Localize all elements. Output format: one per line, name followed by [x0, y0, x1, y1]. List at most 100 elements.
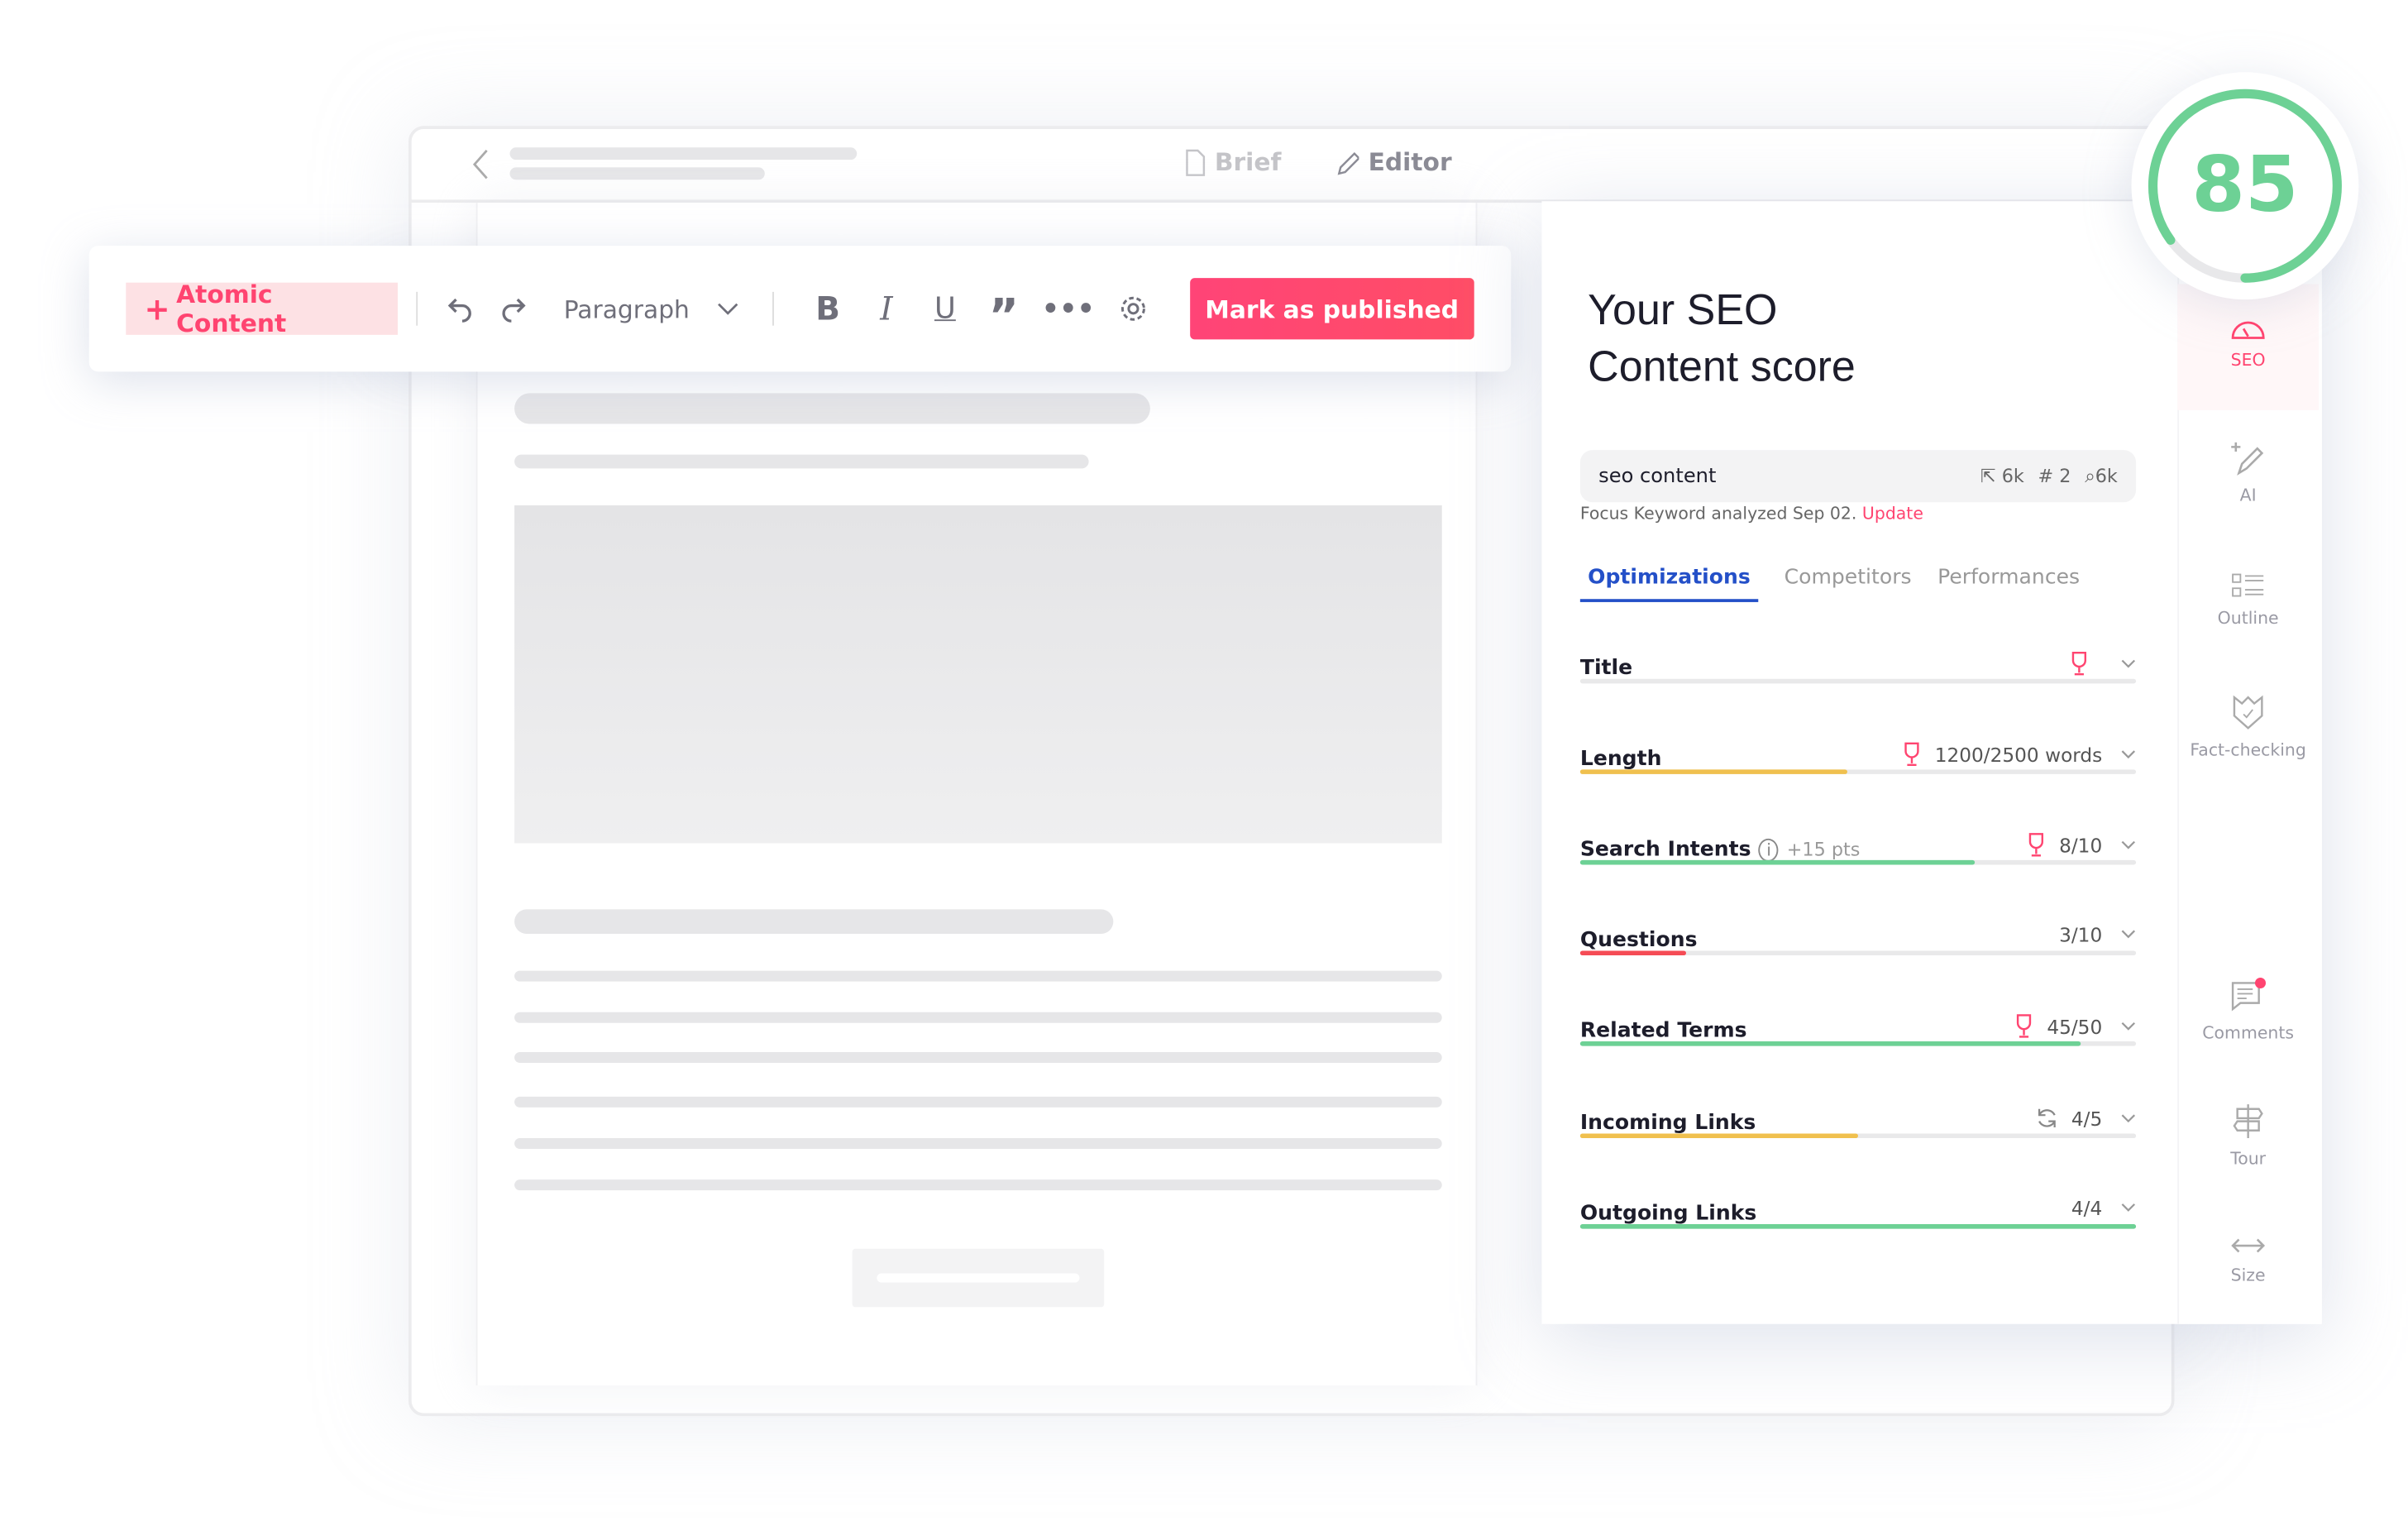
back-chevron-icon[interactable] [470, 147, 491, 181]
row-value: 45/50 [2047, 1014, 2103, 1038]
tab-competitors[interactable]: Competitors [1784, 565, 1912, 602]
row-title: Related Terms [1579, 1018, 1747, 1043]
chevron-down-icon[interactable] [2121, 749, 2137, 759]
focus-keyword-field[interactable]: seo content ⇱ 6k # 2 ⌕6k [1579, 450, 2137, 503]
tab-performances[interactable]: Performances [1937, 565, 2080, 602]
underline-button[interactable]: U [915, 292, 974, 326]
optimization-row-search-intents[interactable]: Search Intents i +15 pts 8/10 [1579, 832, 2137, 865]
cursor-icon: ⇱ [1980, 464, 1996, 486]
redo-button[interactable] [484, 295, 542, 323]
progress-bar [1579, 769, 2137, 774]
trophy-icon [2028, 833, 2043, 857]
block-type-select[interactable]: Paragraph [564, 294, 739, 323]
trophy-icon [1904, 742, 1919, 766]
text-placeholder [514, 1179, 1442, 1191]
keyword-value: seo content [1598, 464, 1717, 488]
progress-fill [1579, 859, 1976, 865]
atomic-content-label: Atomic Content [176, 279, 287, 338]
italic-icon: I [880, 289, 893, 328]
text-placeholder [514, 970, 1442, 982]
seo-heading-line2: Content score [1588, 342, 1856, 390]
trophy-icon [2071, 652, 2087, 676]
rail-comments[interactable]: Comments [2177, 977, 2319, 1043]
optimization-row-outgoing-links[interactable]: Outgoing Links 4/4 [1579, 1196, 2137, 1229]
subheading-placeholder [514, 909, 1114, 935]
tab-brief[interactable]: Brief [1184, 147, 1281, 177]
chevron-down-icon[interactable] [2121, 658, 2137, 669]
title-placeholder [509, 147, 858, 160]
magic-pencil-icon [2231, 442, 2264, 476]
row-title: Title [1579, 655, 1633, 681]
tab-optimizations[interactable]: Optimizations [1579, 565, 1759, 602]
refresh-icon [2038, 1108, 2056, 1128]
progress-bar [1579, 678, 2137, 684]
rail-fact-checking[interactable]: Fact-checking [2177, 694, 2319, 760]
rail-size[interactable]: Size [2177, 1235, 2319, 1285]
progress-bar [1579, 1041, 2137, 1046]
progress-fill [1579, 769, 1847, 774]
row-value: 8/10 [2059, 833, 2103, 857]
row-value: 4/4 [2071, 1196, 2103, 1220]
row-value: 4/5 [2071, 1106, 2103, 1130]
optimization-row-related-terms[interactable]: Related Terms 45/50 [1579, 1014, 2137, 1046]
chevron-down-icon[interactable] [2121, 840, 2137, 850]
tab-editor[interactable]: Editor [1335, 147, 1452, 177]
italic-button[interactable]: I [858, 290, 916, 328]
text-placeholder [514, 1138, 1442, 1150]
text-placeholder [514, 1012, 1442, 1023]
optimization-row-title[interactable]: Title [1579, 651, 2137, 684]
mark-as-published-button[interactable]: Mark as published [1189, 278, 1474, 340]
plus-icon: + [144, 289, 170, 328]
rail-tour[interactable]: Tour [2177, 1103, 2319, 1169]
optimization-row-incoming-links[interactable]: Incoming Links 4/5 [1579, 1106, 2137, 1139]
progress-bar [1579, 859, 2137, 865]
editor-header: Brief Editor [408, 126, 2175, 203]
text-placeholder [514, 454, 1089, 469]
quote-icon: ” [988, 289, 1020, 344]
rank-stat: # 2 [2038, 464, 2071, 486]
divider [772, 291, 774, 326]
rail-outline[interactable]: Outline [2177, 572, 2319, 629]
row-value: 3/10 [2059, 923, 2103, 946]
optimization-row-length[interactable]: Length 1200/2500 words [1579, 742, 2137, 774]
block-type-value: Paragraph [563, 294, 690, 323]
analyzed-text: Focus Keyword analyzed Sep 02. [1579, 504, 1857, 524]
progress-bar [1579, 950, 2137, 956]
tab-editor-label: Editor [1368, 147, 1452, 177]
more-button[interactable]: ••• [1033, 293, 1103, 325]
chevron-down-icon[interactable] [2121, 1021, 2137, 1031]
chevron-down-icon[interactable] [2121, 1203, 2137, 1213]
chevron-down-icon[interactable] [2121, 929, 2137, 940]
underline-icon: U [934, 291, 956, 326]
trophy-icon [2016, 1014, 2032, 1038]
row-title: Questions [1579, 927, 1698, 953]
settings-button[interactable] [1103, 294, 1162, 324]
bold-button[interactable]: B [799, 290, 858, 328]
rail-seo[interactable]: SEO [2177, 317, 2319, 371]
rail-ai[interactable]: AI [2177, 439, 2319, 505]
shield-check-icon [2233, 695, 2263, 730]
atomic-content-button[interactable]: + Atomic Content [126, 279, 399, 338]
gauge-icon [2231, 321, 2265, 339]
redo-icon [502, 298, 526, 323]
progress-bar [1579, 1133, 2137, 1139]
button-placeholder [852, 1248, 1105, 1308]
quote-button[interactable]: ” [974, 276, 1033, 341]
search-icon: ⌕ [2085, 464, 2095, 486]
chevron-down-icon [718, 303, 738, 315]
row-title: Incoming Links [1579, 1110, 1756, 1136]
document-page[interactable] [475, 203, 1478, 1386]
info-icon: i [1759, 838, 1780, 862]
optimization-row-questions[interactable]: Questions 3/10 [1579, 923, 2137, 956]
more-icon: ••• [1041, 292, 1095, 325]
progress-fill [1579, 950, 1686, 956]
chevron-down-icon[interactable] [2121, 1112, 2137, 1123]
undo-button[interactable] [437, 295, 484, 323]
heading-placeholder [514, 393, 1150, 424]
score-value: 85 [2191, 139, 2299, 229]
subtitle-placeholder [509, 167, 765, 180]
analyzed-note: Focus Keyword analyzed Sep 02. Update [1580, 504, 1923, 524]
update-link[interactable]: Update [1862, 504, 1923, 524]
comments-icon [2231, 977, 2267, 1012]
outline-icon [2232, 573, 2264, 597]
